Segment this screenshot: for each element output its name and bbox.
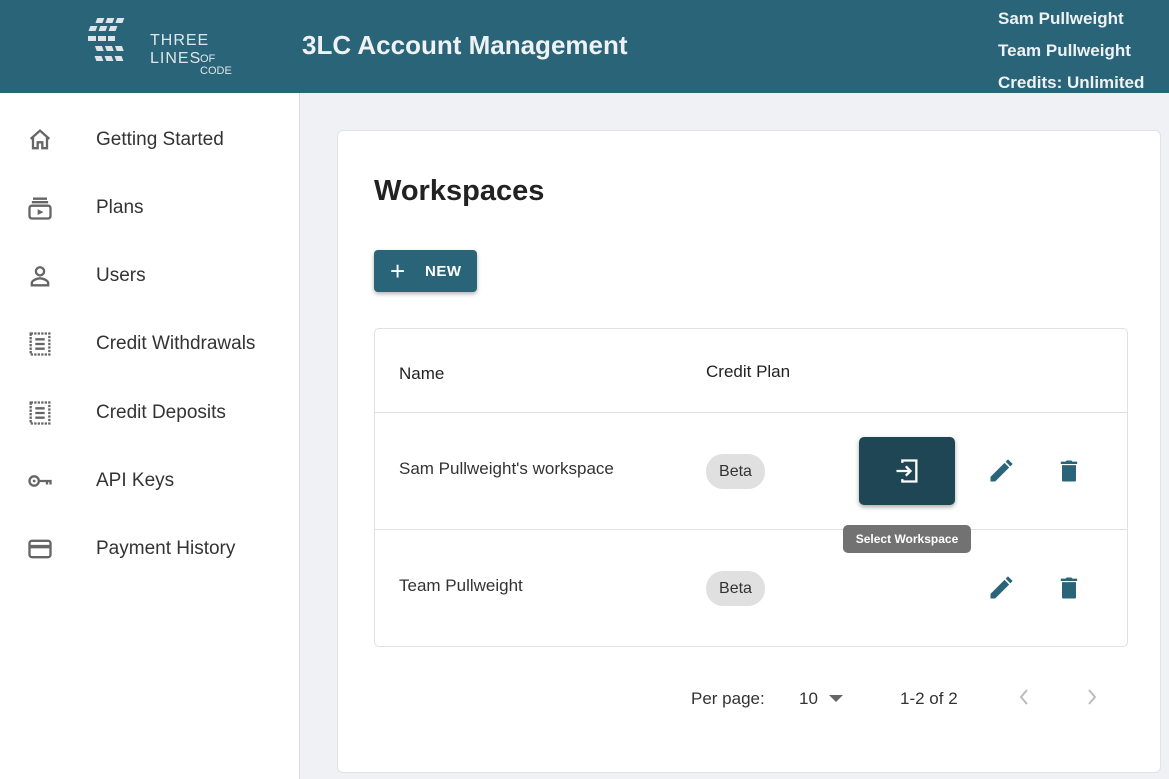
trash-icon: [1060, 460, 1078, 482]
chevron-right-icon: [1088, 689, 1097, 705]
select-workspace-tooltip: Select Workspace: [843, 525, 971, 553]
table-row[interactable]: Team Pullweight Beta: [375, 529, 1127, 646]
login-icon: [896, 459, 918, 483]
sidebar-item-getting-started[interactable]: Getting Started: [0, 115, 299, 165]
next-page-button[interactable]: [1082, 685, 1102, 714]
app-header: THREE LINES OF CODE 3LC Account Manageme…: [0, 0, 1169, 93]
three-lines-of-code-logo: THREE LINES OF CODE: [86, 16, 246, 77]
new-workspace-button[interactable]: + NEW: [374, 250, 477, 292]
page-title: Workspaces: [374, 175, 545, 207]
sidebar: Getting Started Plans Users Credit Withd…: [0, 93, 300, 779]
pencil-icon: [990, 576, 1013, 599]
select-workspace-button[interactable]: [859, 437, 955, 505]
team-name: Team Pullweight: [998, 41, 1131, 60]
sidebar-item-plans[interactable]: Plans: [0, 183, 299, 233]
plan-chip: Beta: [706, 454, 765, 489]
edit-button[interactable]: [984, 454, 1018, 488]
subscriptions-icon: [28, 197, 52, 220]
sidebar-item-label: Getting Started: [96, 129, 224, 150]
home-icon: [29, 129, 51, 150]
pencil-icon: [990, 459, 1013, 482]
per-page-select[interactable]: 10: [799, 689, 849, 709]
caret-down-icon: [829, 695, 843, 702]
workspace-name: Sam Pullweight's workspace: [399, 459, 614, 478]
sidebar-item-label: Credit Withdrawals: [96, 333, 256, 354]
logo-subtext: OF CODE: [200, 53, 232, 77]
trash-icon: [1060, 577, 1078, 599]
chevron-left-icon: [1019, 689, 1028, 705]
sidebar-item-credit-withdrawals[interactable]: Credit Withdrawals: [0, 319, 299, 369]
app-title: 3LC Account Management: [302, 30, 628, 60]
workspaces-card: Workspaces + NEW Name Credit Plan Sam Pul…: [337, 130, 1161, 773]
sidebar-item-label: Payment History: [96, 538, 236, 559]
table-row[interactable]: Sam Pullweight's workspace Beta Select W…: [375, 412, 1127, 553]
user-info: Sam Pullweight Team Pullweight Credits: …: [998, 3, 1144, 99]
workspaces-table: Name Credit Plan Sam Pullweight's worksp…: [374, 328, 1128, 647]
new-button-label: NEW: [425, 262, 462, 280]
receipt-icon: [29, 332, 51, 356]
previous-page-button[interactable]: [1014, 685, 1034, 714]
sidebar-item-label: API Keys: [96, 470, 175, 491]
plus-icon: +: [390, 256, 406, 286]
credit-card-icon: [28, 539, 52, 559]
per-page-value: 10: [799, 689, 818, 708]
sidebar-item-api-keys[interactable]: API Keys: [0, 456, 299, 506]
plan-chip: Beta: [706, 571, 765, 606]
sidebar-item-label: Credit Deposits: [96, 402, 226, 423]
column-header-name[interactable]: Name: [399, 364, 444, 384]
sidebar-item-label: Plans: [96, 197, 144, 218]
sidebar-item-payment-history[interactable]: Payment History: [0, 524, 299, 574]
edit-button[interactable]: [984, 571, 1018, 605]
sidebar-item-credit-deposits[interactable]: Credit Deposits: [0, 388, 299, 438]
user-name: Sam Pullweight: [998, 9, 1124, 28]
page-range: 1-2 of 2: [900, 689, 958, 708]
cube-logo-icon: [88, 18, 125, 61]
delete-button[interactable]: [1052, 571, 1086, 605]
receipt-icon: [29, 401, 51, 425]
per-page-label: Per page:: [691, 689, 765, 708]
delete-button[interactable]: [1052, 454, 1086, 488]
person-icon: [30, 266, 50, 287]
credits-status: Credits: Unlimited: [998, 73, 1145, 92]
column-header-credit-plan[interactable]: Credit Plan: [706, 362, 790, 382]
sidebar-item-label: Users: [96, 265, 146, 286]
sidebar-item-users[interactable]: Users: [0, 251, 299, 301]
key-icon: [28, 475, 52, 487]
workspace-name: Team Pullweight: [399, 576, 523, 595]
